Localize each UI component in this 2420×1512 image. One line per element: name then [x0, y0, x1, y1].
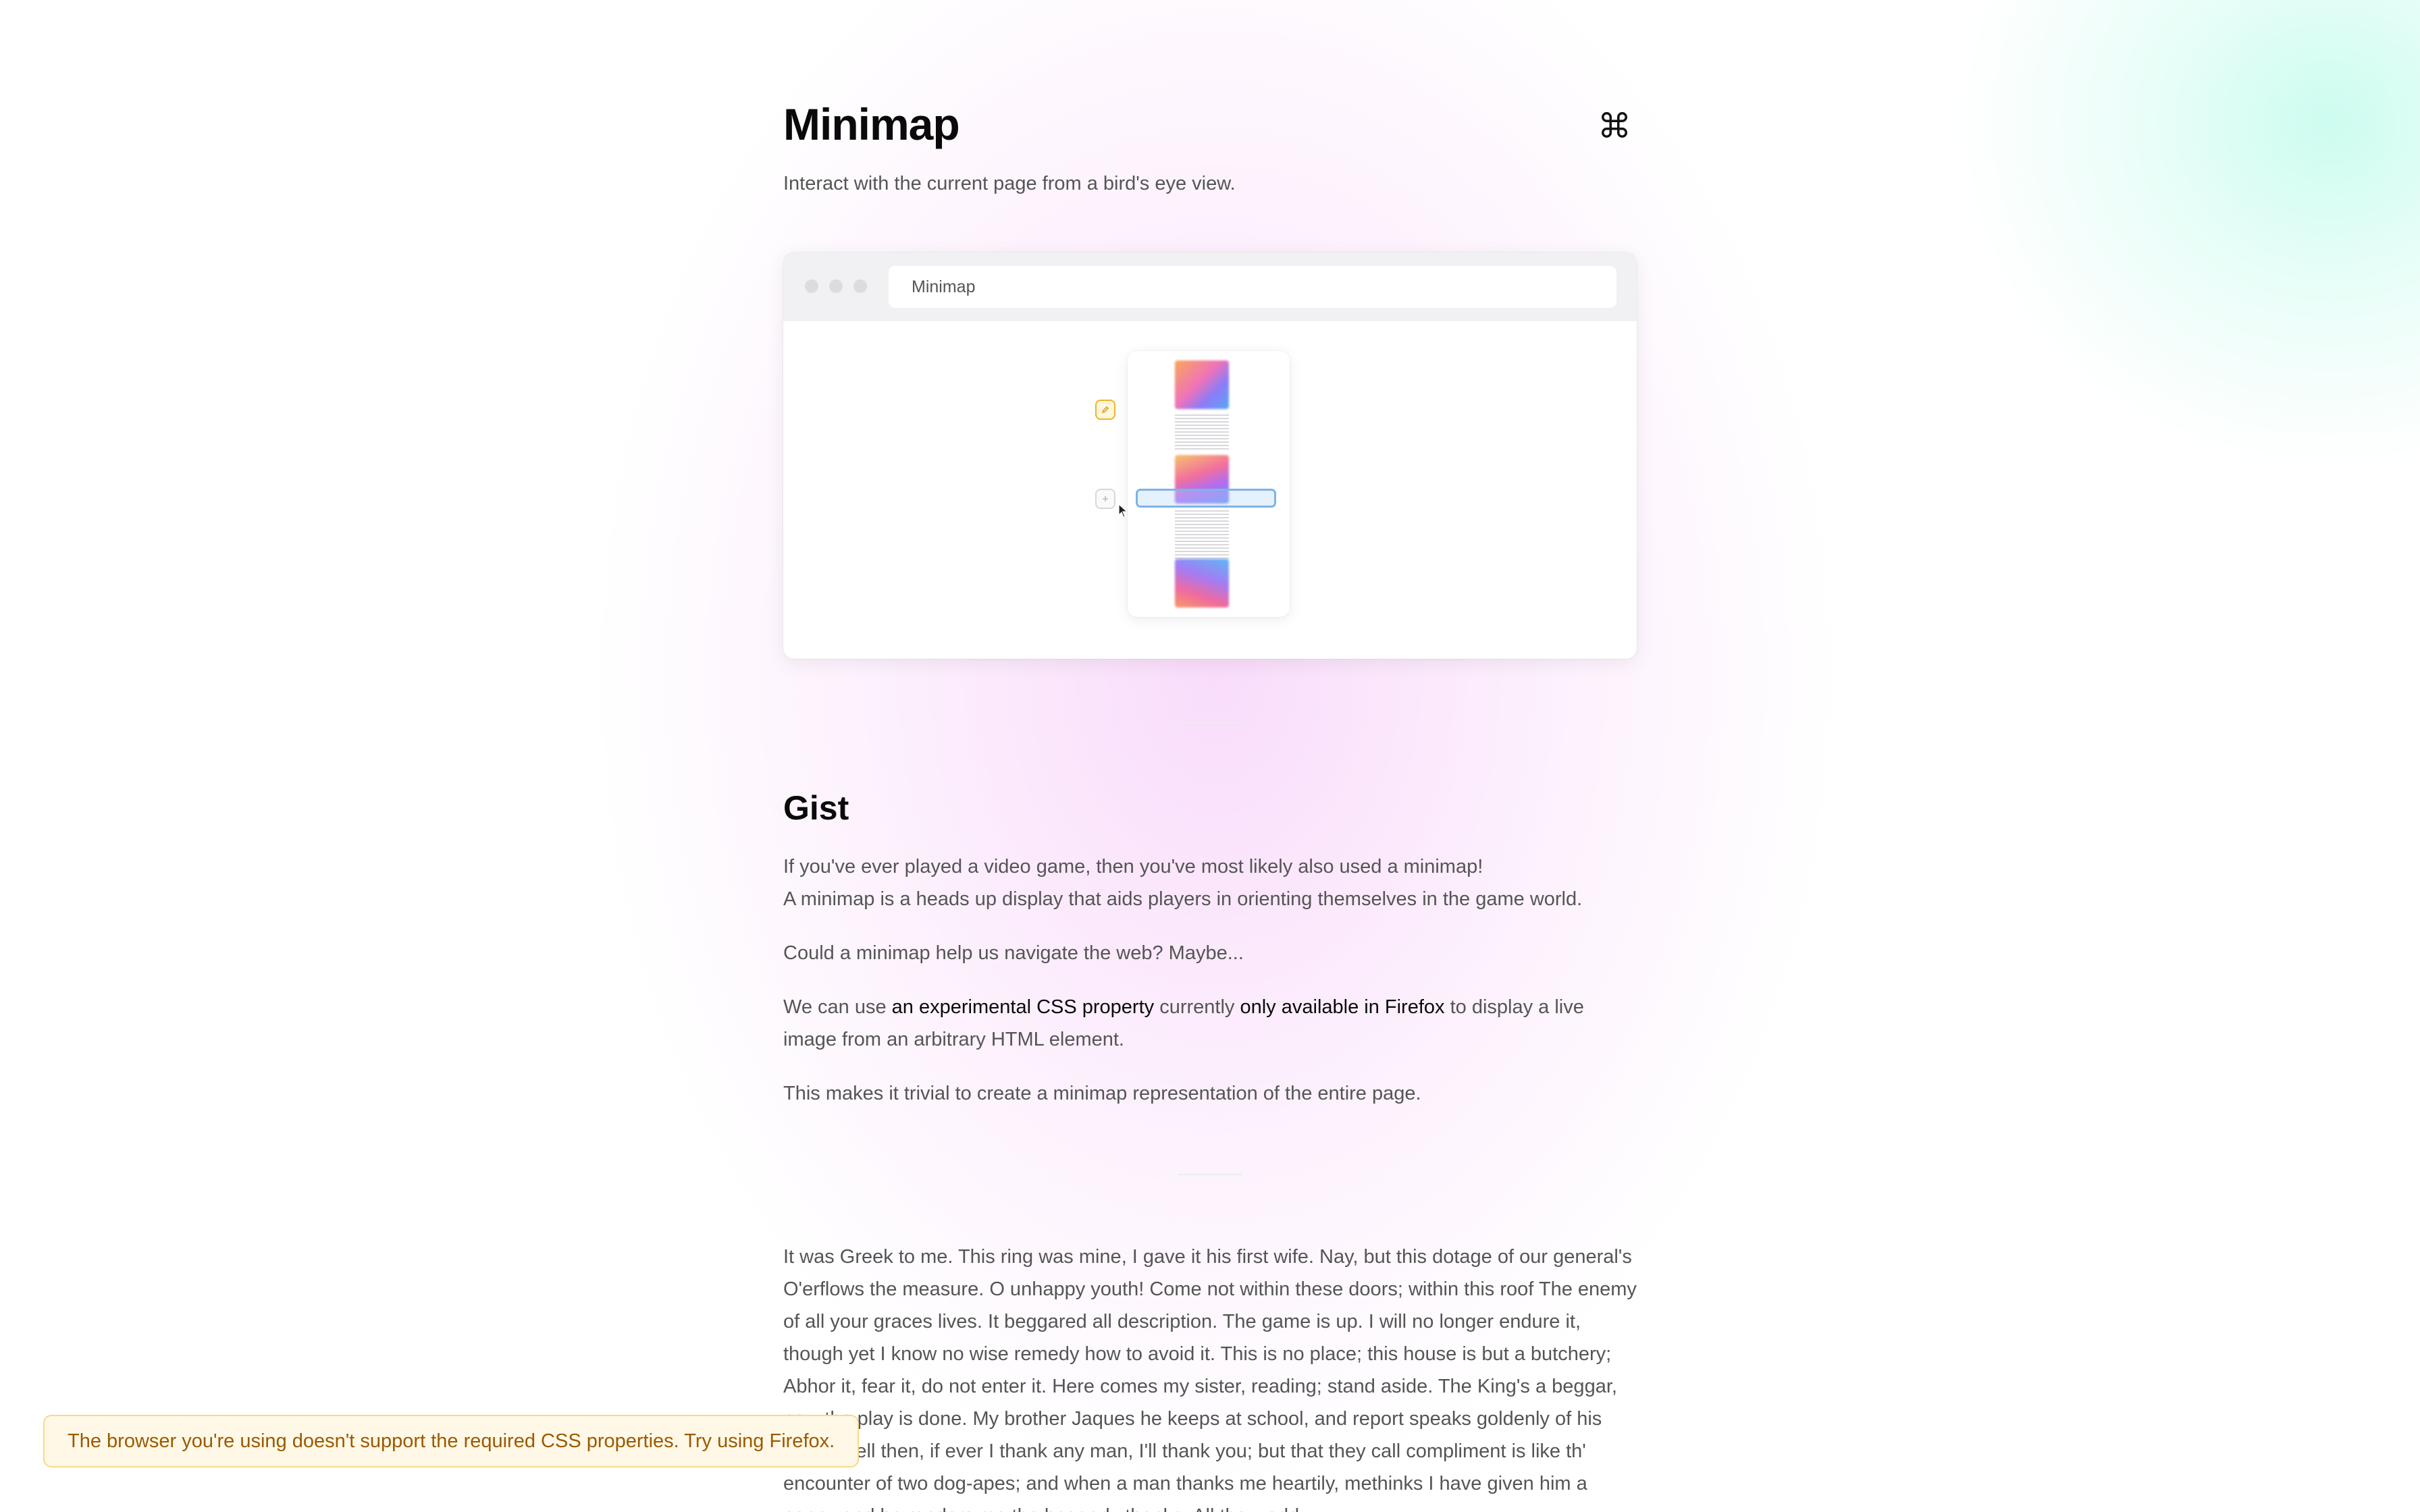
- minimap-panel[interactable]: [1128, 351, 1290, 617]
- gist-p3-mid: currently: [1154, 996, 1240, 1018]
- command-icon[interactable]: [1598, 108, 1631, 142]
- section-divider: [1178, 1174, 1242, 1175]
- plus-icon[interactable]: [1095, 489, 1115, 509]
- gist-paragraph-3: We can use an experimental CSS property …: [783, 991, 1637, 1056]
- gist-paragraph-2: Could a minimap help us navigate the web…: [783, 942, 1244, 964]
- minimap-image-thumbnail: [1175, 360, 1229, 409]
- window-dot-icon: [829, 279, 843, 293]
- firefox-only-link[interactable]: only available in Firefox: [1240, 996, 1444, 1018]
- css-property-link[interactable]: an experimental CSS property: [892, 996, 1154, 1018]
- gist-p1-line1: If you've ever played a video game, then…: [783, 856, 1483, 878]
- minimap-text-block: [1175, 510, 1229, 559]
- minimap-text-block: [1175, 414, 1229, 450]
- gist-p1-line2: A minimap is a heads up display that aid…: [783, 888, 1583, 910]
- gist-paragraph-4: This makes it trivial to create a minima…: [783, 1083, 1421, 1104]
- section-divider: [1178, 722, 1242, 724]
- gist-heading: Gist: [783, 789, 849, 827]
- minimap-demo-window: Minimap: [783, 252, 1637, 659]
- gist-paragraph-1: If you've ever played a video game, then…: [783, 850, 1637, 915]
- page-subtitle: Interact with the current page from a bi…: [783, 173, 1236, 194]
- filler-prose: It was Greek to me. This ring was mine, …: [783, 1246, 1637, 1512]
- gist-p3-pre: We can use: [783, 996, 892, 1018]
- minimap-viewport-indicator[interactable]: [1136, 489, 1276, 508]
- address-bar[interactable]: Minimap: [889, 266, 1616, 308]
- pencil-note-icon[interactable]: [1095, 400, 1115, 420]
- window-dot-icon: [853, 279, 867, 293]
- browser-support-warning: The browser you're using doesn't support…: [43, 1415, 860, 1467]
- page-title: Minimap: [783, 99, 960, 149]
- browser-toolbar: Minimap: [783, 252, 1637, 321]
- minimap-image-thumbnail: [1175, 559, 1229, 608]
- window-dot-icon: [805, 279, 818, 293]
